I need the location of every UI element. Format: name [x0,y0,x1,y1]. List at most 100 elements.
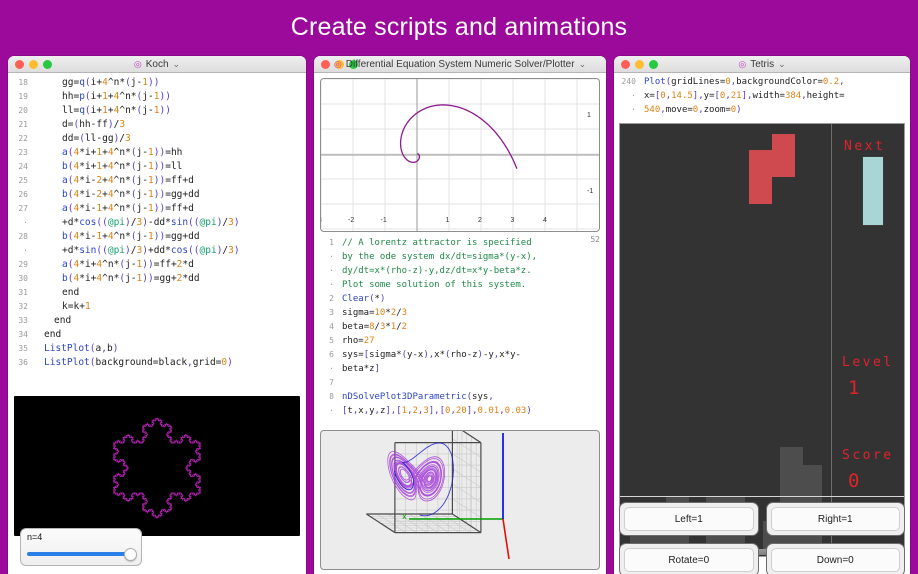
x-tick-label: 1 [445,217,450,224]
code-line[interactable]: 32 k=k+1 [10,300,306,314]
code-line[interactable]: 18 gg=q(i+4^n*(j-1)) [10,76,306,90]
code-text: rho=27 [342,336,375,346]
window-controls-ode[interactable] [314,59,358,69]
minimize-button[interactable] [635,59,644,69]
code-line[interactable]: 6 sys=[sigma*(y-x),x*(rho-z)-y,x*y- [316,348,606,362]
x-tick-label: -3 [321,217,322,224]
code-line[interactable]: · Plot some solution of this system. [316,278,606,292]
window-koch[interactable]: ◎ Koch ⌄ 18 gg=q(i+4^n*(j-1)) 19 hh=p(i+1+4… [8,56,306,574]
titlebar-koch[interactable]: ◎ Koch ⌄ [8,56,306,73]
tetris-control-buttons[interactable]: Left=1 Right=1 Rotate=0 Down=0 [619,502,905,574]
code-line[interactable]: 24 b(4*i+1+4^n*(j-1))=ll [10,160,306,174]
x-tick-label: 4 [543,217,547,224]
code-line[interactable]: 26 b(4*i-2+4^n*(j-1))=gg+dd [10,188,306,202]
code-line[interactable]: 22 dd=(ll-gg)/3 [10,132,306,146]
line-number: 23 [18,148,28,157]
parameter-slider-koch[interactable]: n=4 [20,528,142,566]
close-button[interactable] [621,59,630,69]
level-label: Level [842,355,894,370]
minimize-button[interactable] [335,59,344,69]
maximize-button[interactable] [349,59,358,69]
code-line[interactable]: · +d*cos((@pi)/3)-dd*sin((@pi)/3) [10,216,306,230]
tetris-game-area[interactable]: Next Level 1 Score 0 [619,123,905,558]
code-text: end [62,287,80,298]
line-number: 6 [329,350,334,359]
window-ode-solver[interactable]: ◎ Differential Equation System Numeric S… [314,56,606,574]
code-line[interactable]: · dy/dt=x*(rho-z)-y,dz/dt=x*y-beta*z. [316,264,606,278]
minimize-button[interactable] [29,59,38,69]
code-line[interactable]: 23 a(4*i+1+4^n*(j-1))=hh [10,146,306,160]
code-line[interactable]: 240 Plot(gridLines=0,backgroundColor=0.2, [616,75,910,89]
code-line[interactable]: 8 nDSolvePlot3DParametric(sys, [316,390,606,404]
code-line[interactable]: 1 // A lorentz attractor is specified [316,236,606,250]
code-text: b(4*i+1+4^n*(j-1))=ll [62,161,183,172]
code-line[interactable]: · [t,x,y,z],[1,2,3],[0,20],0.01,0.03) [316,404,606,418]
piece-cell [772,150,795,177]
code-line[interactable]: 36 ListPlot(background=black,grid=0) [10,356,306,370]
tetris-button-rotate[interactable]: Rotate=0 [619,543,759,574]
line-number: 26 [18,190,28,199]
code-line[interactable]: 29 a(4*i+4^n*(j-1))=ff+2*d [10,258,306,272]
code-line[interactable]: · +d*sin((@pi)/3)+dd*cos((@pi)/3) [10,244,306,258]
tetris-button-down[interactable]: Down=0 [765,543,905,574]
code-line[interactable]: 34 end [10,328,306,342]
code-line[interactable]: 4 beta=8/3*1/2 [316,320,606,334]
code-line[interactable]: · x=[0,14.5],y=[0,21],width=384,height= [616,89,910,103]
code-line[interactable]: 25 a(4*i-2+4^n*(j-1))=ff+d [10,174,306,188]
window-controls-tetris[interactable] [614,59,658,69]
tetris-canvas[interactable]: Next Level 1 Score 0 [619,123,905,557]
chevron-down-icon[interactable]: ⌄ [579,59,587,70]
piece-cell [749,150,772,177]
code-line[interactable]: 33 end [10,314,306,328]
code-line[interactable]: 19 hh=p(i+1+4^n*(j-1)) [10,90,306,104]
window-title-ode: Differential Equation System Numeric Sol… [345,58,575,70]
code-editor-tetris[interactable]: 240 Plot(gridLines=0,backgroundColor=0.2,… [614,73,910,121]
close-button[interactable] [15,59,24,69]
chevron-down-icon[interactable]: ⌄ [778,59,786,70]
x-tick-label: -1 [380,217,387,224]
line-number: · [631,91,636,100]
button-label: Rotate=0 [624,548,754,572]
code-line[interactable]: 27 a(4*i-1+4^n*(j-1))=ff+d [10,202,306,216]
score-value: 0 [848,470,860,492]
code-text: a(4*i-2+4^n*(j-1))=ff+d [62,175,194,186]
line-number: · [329,252,334,261]
code-text: ll=q(i+1+4^n*(j-1)) [62,105,171,116]
code-line[interactable]: 5 rho=27 [316,334,606,348]
code-line[interactable]: · by the ode system dx/dt=sigma*(y-x), [316,250,606,264]
next-piece-preview [862,156,884,226]
code-text: 540,move=0,zoom=0) [644,105,742,115]
code-line[interactable]: 28 b(4*i-1+4^n*(j-1))=gg+dd [10,230,306,244]
line-number: 1 [329,238,334,247]
titlebar-ode[interactable]: ◎ Differential Equation System Numeric S… [314,56,606,73]
piece-cell [749,177,772,204]
slider-knob[interactable] [124,548,137,561]
titlebar-tetris[interactable]: ◎ Tetris ⌄ [614,56,910,73]
maximize-button[interactable] [43,59,52,69]
code-line[interactable]: · beta*z] [316,362,606,376]
chevron-down-icon[interactable]: ⌄ [173,59,181,70]
maximize-button[interactable] [649,59,658,69]
code-line[interactable]: 31 end [10,286,306,300]
code-line[interactable]: 35 ListPlot(a,b) [10,342,306,356]
slider-track[interactable] [27,552,133,556]
code-text: k=k+1 [62,301,91,312]
code-line[interactable]: 2 Clear(*) [316,292,606,306]
close-button[interactable] [321,59,330,69]
window-tetris[interactable]: ◎ Tetris ⌄ 240 Plot(gridLines=0,backgroun… [614,56,910,574]
code-text: sigma=10*2/3 [342,308,408,318]
code-text: Plot some solution of this system. [342,280,527,290]
code-line[interactable]: 7 [316,376,606,390]
tetris-button-left[interactable]: Left=1 [619,502,759,536]
code-text: end [44,329,62,340]
code-editor-koch[interactable]: 18 gg=q(i+4^n*(j-1)) 19 hh=p(i+1+4^n*(j-1))… [8,73,306,392]
code-line[interactable]: 20 ll=q(i+1+4^n*(j-1)) [10,104,306,118]
code-editor-ode[interactable]: 52 1// A lorentz attractor is specified ·… [314,232,606,428]
tetris-button-right[interactable]: Right=1 [765,502,905,536]
code-line[interactable]: · 540,move=0,zoom=0) [616,103,910,117]
code-line[interactable]: 3 sigma=10*2/3 [316,306,606,320]
code-line[interactable]: 21 d=(hh-ff)/3 [10,118,306,132]
window-controls-koch[interactable] [8,59,52,69]
code-line[interactable]: 30 b(4*i+4^n*(j-1))=gg+2*dd [10,272,306,286]
code-text: dy/dt=x*(rho-z)-y,dz/dt=x*y-beta*z. [342,266,532,276]
